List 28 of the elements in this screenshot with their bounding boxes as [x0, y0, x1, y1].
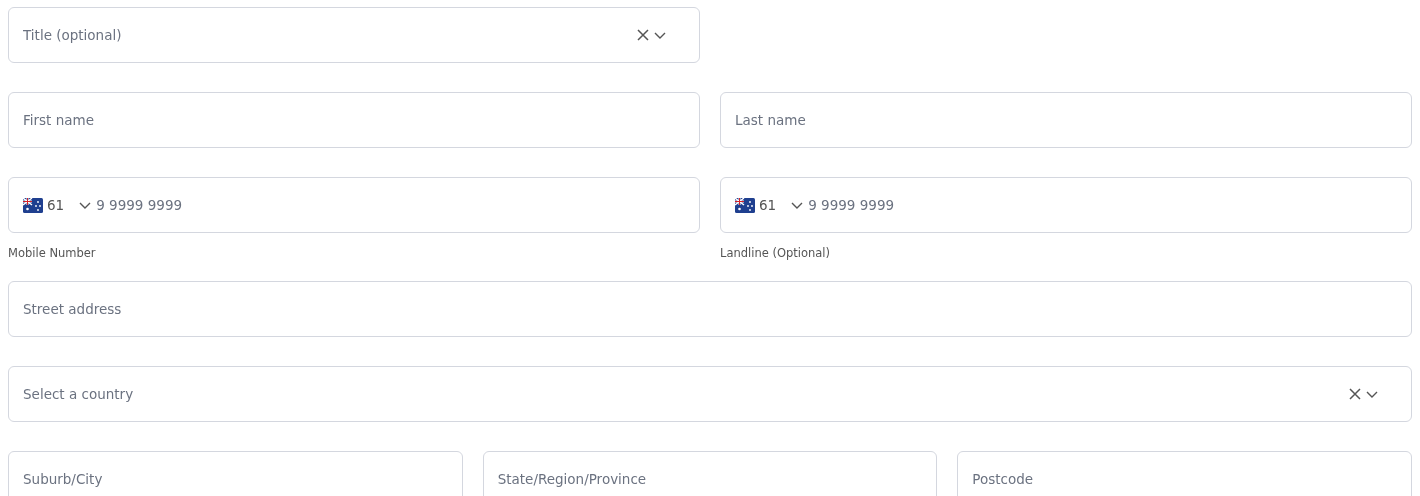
flag-icon [735, 197, 755, 213]
text-input[interactable]: First name [23, 110, 685, 130]
text-input[interactable]: Postcode [972, 469, 1397, 489]
phone-input[interactable]: 9 9999 9999 [808, 195, 1397, 215]
field-label: Landline (Optional) [720, 246, 832, 261]
phone-field[interactable]: 61 9 9999 9999 [720, 177, 1412, 233]
text-field[interactable]: Street address [8, 281, 1412, 337]
select-input[interactable]: Select a country [23, 384, 1339, 404]
text-input[interactable]: State/Region/Province [497, 469, 923, 489]
text-input[interactable]: Last name [735, 110, 1397, 130]
country-code[interactable]: 61 [47, 197, 65, 213]
text-field[interactable]: Suburb/City [8, 451, 463, 496]
text-input[interactable]: Street address [23, 299, 1397, 319]
clear-icon[interactable] [1347, 386, 1363, 402]
text-field[interactable]: First name [8, 92, 700, 148]
select-input[interactable]: Title (optional) [23, 25, 627, 45]
select-field[interactable]: Title (optional) [8, 7, 700, 63]
country-code[interactable]: 61 [759, 197, 777, 213]
clear-icon[interactable] [635, 27, 651, 43]
text-input[interactable]: Suburb/City [23, 469, 448, 489]
select-field[interactable]: Select a country [8, 366, 1412, 422]
flag-icon [23, 197, 43, 213]
phone-input[interactable]: 9 9999 9999 [96, 195, 685, 215]
text-field[interactable]: Last name [720, 92, 1412, 148]
text-field[interactable]: State/Region/Province [482, 451, 938, 496]
phone-field[interactable]: 61 9 9999 9999 [8, 177, 700, 233]
field-label: Mobile Number [8, 246, 97, 261]
text-field[interactable]: Postcode [957, 451, 1412, 496]
